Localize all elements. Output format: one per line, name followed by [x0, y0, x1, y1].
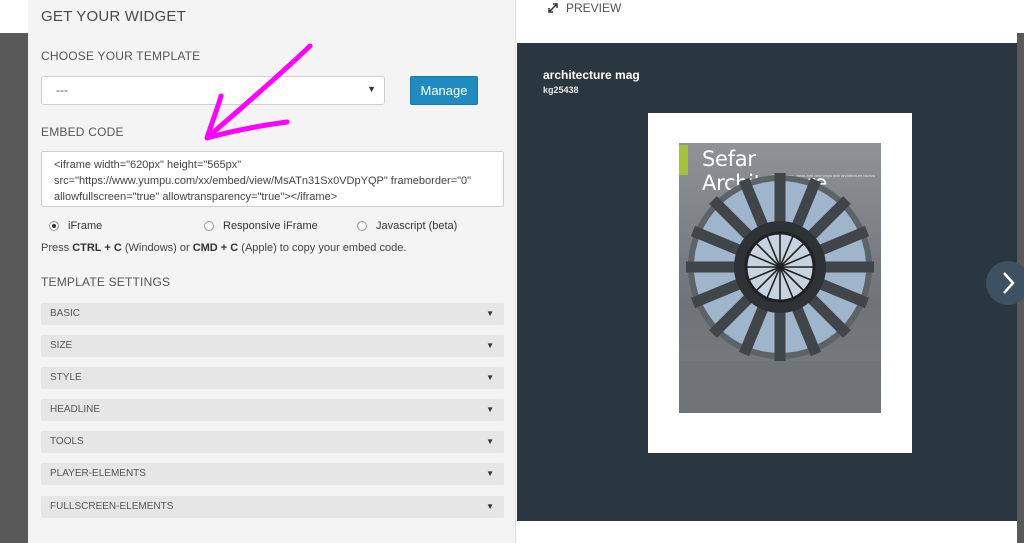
embed-option-javascript[interactable]: Javascript (beta): [357, 219, 457, 233]
next-page-button[interactable]: [986, 261, 1024, 305]
settings-style[interactable]: STYLE ▼: [41, 367, 504, 389]
embed-option-label: Responsive iFrame: [223, 220, 318, 232]
embed-option-iframe[interactable]: iFrame: [49, 219, 102, 233]
template-select-value: ---: [56, 83, 68, 97]
copy-hint: Press CTRL + C (Windows) or CMD + C (App…: [41, 242, 407, 254]
settings-player-elements[interactable]: PLAYER-ELEMENTS ▼: [41, 463, 504, 485]
embed-option-label: iFrame: [68, 220, 103, 232]
background-left: [0, 33, 30, 543]
caret-down-icon: ▼: [486, 437, 494, 446]
caret-down-icon: ▼: [367, 84, 376, 94]
radio-iframe[interactable]: [49, 221, 59, 231]
caret-down-icon: ▼: [486, 341, 494, 350]
radio-javascript[interactable]: [357, 221, 367, 231]
preview-toggle[interactable]: PREVIEW: [548, 1, 621, 15]
magazine-cover: Sefar Architecture Experiences, ideas an…: [679, 143, 881, 413]
chevron-right-icon: [1003, 272, 1015, 294]
template-section-heading: CHOOSE YOUR TEMPLATE: [41, 49, 201, 63]
settings-label: SIZE: [50, 340, 73, 351]
settings-size[interactable]: SIZE ▼: [41, 335, 504, 357]
settings-fullscreen-elements[interactable]: FULLSCREEN-ELEMENTS ▼: [41, 496, 504, 518]
document-user: kg25438: [543, 85, 579, 95]
preview-label: PREVIEW: [566, 1, 622, 15]
settings-label: BASIC: [50, 308, 81, 319]
annotation-arrow-icon: [204, 43, 313, 141]
settings-basic[interactable]: BASIC ▼: [41, 303, 504, 325]
embed-option-label: Javascript (beta): [376, 220, 458, 232]
caret-down-icon: ▼: [486, 469, 494, 478]
manage-button[interactable]: Manage: [410, 76, 478, 105]
caret-down-icon: ▼: [486, 405, 494, 414]
settings-label: FULLSCREEN-ELEMENTS: [50, 501, 174, 512]
dome-image: [679, 173, 881, 413]
embed-option-responsive[interactable]: Responsive iFrame: [204, 219, 318, 233]
caret-down-icon: ▼: [486, 373, 494, 382]
embed-code-textarea[interactable]: <iframe width="620px" height="565px" src…: [41, 151, 504, 207]
viewer-footer: [517, 521, 1017, 543]
settings-headline[interactable]: HEADLINE ▼: [41, 399, 504, 421]
settings-label: HEADLINE: [50, 404, 101, 415]
expand-icon: [548, 3, 558, 13]
settings-label: TOOLS: [50, 436, 84, 447]
document-title: architecture mag: [543, 68, 640, 82]
settings-tools[interactable]: TOOLS ▼: [41, 431, 504, 453]
radio-responsive[interactable]: [204, 221, 214, 231]
embed-section-heading: EMBED CODE: [41, 125, 124, 139]
settings-label: PLAYER-ELEMENTS: [50, 468, 146, 479]
caret-down-icon: ▼: [486, 502, 494, 511]
settings-section-heading: TEMPLATE SETTINGS: [41, 275, 171, 289]
panel-title: GET YOUR WIDGET: [41, 8, 186, 25]
caret-down-icon: ▼: [486, 309, 494, 318]
settings-label: STYLE: [50, 372, 82, 383]
